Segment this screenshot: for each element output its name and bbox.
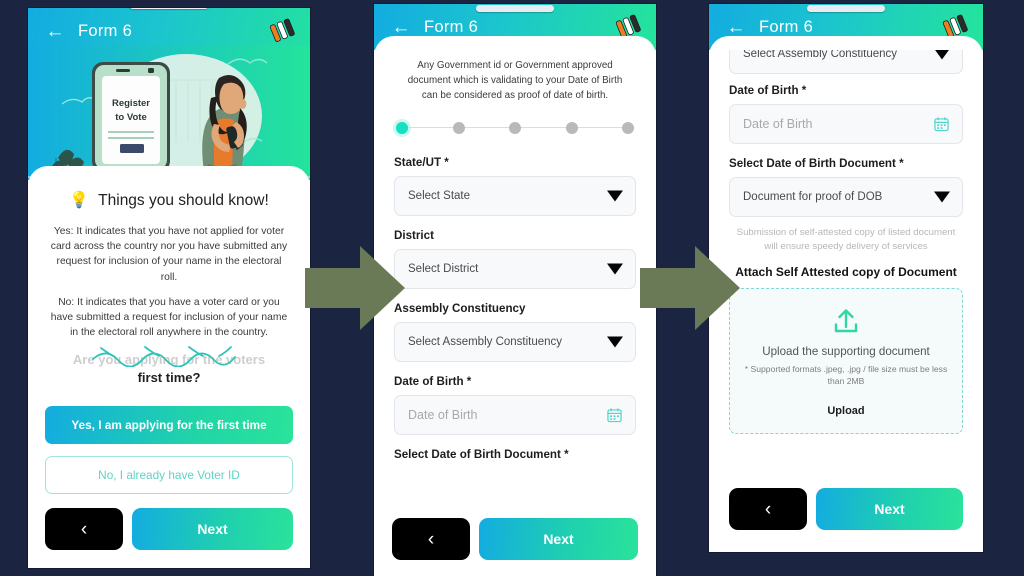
assembly-constituency-select-partial[interactable]: Select Assembly Constituency xyxy=(729,50,963,76)
panel-1-header-bar: ← Form 6 xyxy=(28,8,310,54)
calendar-icon[interactable] xyxy=(607,407,622,422)
upload-button[interactable]: Upload xyxy=(827,405,864,417)
step-dot-5[interactable] xyxy=(622,121,634,134)
page-title: Form 6 xyxy=(759,17,814,36)
chevron-down-icon xyxy=(934,191,950,203)
panel-1-header: Register to Vote ← Form 6 xyxy=(28,8,310,180)
chevron-down-icon xyxy=(934,50,950,60)
document-dropzone[interactable]: Upload the supporting document * Support… xyxy=(729,287,963,434)
step-dot-3[interactable] xyxy=(509,121,521,134)
date-of-birth-input[interactable]: Date of Birth xyxy=(394,394,636,435)
assembly-constituency-select[interactable]: Select Assembly Constituency xyxy=(394,321,636,362)
dob-document-select[interactable]: Document for proof of DOB xyxy=(729,177,963,217)
back-button[interactable]: ‹ xyxy=(729,488,807,530)
assembly-constituency-value: Select Assembly Constituency xyxy=(743,50,898,60)
assembly-constituency-value: Select Assembly Constituency xyxy=(408,335,563,348)
svg-text:Register: Register xyxy=(112,98,150,109)
chevron-down-icon xyxy=(607,336,623,348)
step-line-2 xyxy=(464,126,509,129)
dob-document-label: Select Date of Birth Document * xyxy=(394,447,569,461)
phone-panel-2: ← Form 6 Any Government id or Government… xyxy=(374,4,656,576)
step-line-4 xyxy=(577,126,622,129)
flow-arrow-1 xyxy=(305,246,405,330)
panel-1-footer: ‹ Next xyxy=(28,508,310,568)
state-ut-select[interactable]: Select State xyxy=(394,175,636,216)
date-of-birth-input[interactable]: Date of Birth xyxy=(729,104,963,144)
assembly-constituency-label: Assembly Constituency xyxy=(394,301,526,315)
district-label: District xyxy=(394,228,434,242)
chevron-down-icon xyxy=(607,263,623,275)
dob-document-label: Select Date of Birth Document * xyxy=(729,157,904,170)
phone-notch xyxy=(476,5,554,12)
question-line-2: first time? xyxy=(137,370,201,386)
phone-notch xyxy=(807,5,885,12)
step-line-3 xyxy=(521,126,566,129)
eci-logo-icon xyxy=(269,18,295,42)
panel-3-footer: ‹ Next xyxy=(709,488,983,552)
step-progress xyxy=(396,121,634,134)
back-button[interactable]: ‹ xyxy=(45,508,123,550)
attach-document-title: Attach Self Attested copy of Document xyxy=(735,264,957,279)
no-have-voter-id-button[interactable]: No, I already have Voter ID xyxy=(45,455,293,494)
back-arrow-icon[interactable]: ← xyxy=(384,18,418,37)
date-of-birth-label: Date of Birth * xyxy=(394,374,472,388)
register-to-vote-illustration: Register to Vote xyxy=(28,46,310,180)
date-of-birth-placeholder: Date of Birth xyxy=(743,117,813,131)
back-arrow-icon[interactable]: ← xyxy=(719,18,753,37)
back-button[interactable]: ‹ xyxy=(392,518,470,560)
question-line-1: Are you applying for the voters xyxy=(72,351,266,367)
next-button[interactable]: Next xyxy=(816,488,963,530)
chevron-down-icon xyxy=(607,190,623,202)
info-paragraph-no: No: It indicates that you have a voter c… xyxy=(50,296,288,339)
info-paragraph-yes: Yes: It indicates that you have not appl… xyxy=(50,226,288,283)
panel-2-sheet: Any Government id or Government approved… xyxy=(374,36,656,576)
phone-panel-1: Register to Vote ← Form 6 💡 Things you s… xyxy=(28,8,310,568)
step-dot-1[interactable] xyxy=(396,121,408,134)
state-ut-label: State/UT * xyxy=(394,155,449,169)
section-title: Things you should know! xyxy=(98,192,269,209)
next-button[interactable]: Next xyxy=(479,518,638,560)
upload-icon xyxy=(834,309,858,332)
district-select[interactable]: Select District xyxy=(394,248,636,289)
phone-panel-3: ← Form 6 Select Assembly Constituency Da… xyxy=(709,4,983,552)
date-of-birth-label: Date of Birth * xyxy=(729,84,807,97)
flow-arrow-2 xyxy=(640,246,740,330)
phone-notch xyxy=(129,8,209,9)
date-of-birth-placeholder: Date of Birth xyxy=(408,407,478,422)
things-you-should-know-heading: 💡 Things you should know! xyxy=(45,192,293,210)
lightbulb-icon: 💡 xyxy=(69,192,90,209)
yes-first-time-button[interactable]: Yes, I am applying for the first time xyxy=(45,405,293,444)
dropzone-format-note: * Supported formats .jpeg, .jpg / file s… xyxy=(744,363,948,387)
dob-document-value: Document for proof of DOB xyxy=(743,191,883,203)
page-title: Form 6 xyxy=(424,17,479,36)
back-arrow-icon[interactable]: ← xyxy=(38,22,72,41)
svg-text:to Vote: to Vote xyxy=(115,112,147,123)
first-time-question: Are you applying for the voters first ti… xyxy=(45,345,293,388)
dropzone-main-text: Upload the supporting document xyxy=(762,344,930,358)
panel-2-footer: ‹ Next xyxy=(374,518,656,576)
district-value: Select District xyxy=(408,262,479,275)
step-dot-2[interactable] xyxy=(452,121,465,134)
screenshot-stage: Register to Vote ← Form 6 💡 Things you s… xyxy=(0,0,1024,576)
next-button[interactable]: Next xyxy=(132,508,293,550)
step-line-1 xyxy=(408,126,453,129)
dob-proof-note: Any Government id or Government approved… xyxy=(407,60,623,102)
page-title: Form 6 xyxy=(78,21,133,40)
panel-3-sheet: Select Assembly Constituency Date of Bir… xyxy=(709,36,983,552)
state-ut-value: Select State xyxy=(408,189,471,202)
step-dot-4[interactable] xyxy=(565,121,578,134)
calendar-icon[interactable] xyxy=(934,117,949,132)
self-attested-hint: Submission of self-attested copy of list… xyxy=(736,227,956,253)
